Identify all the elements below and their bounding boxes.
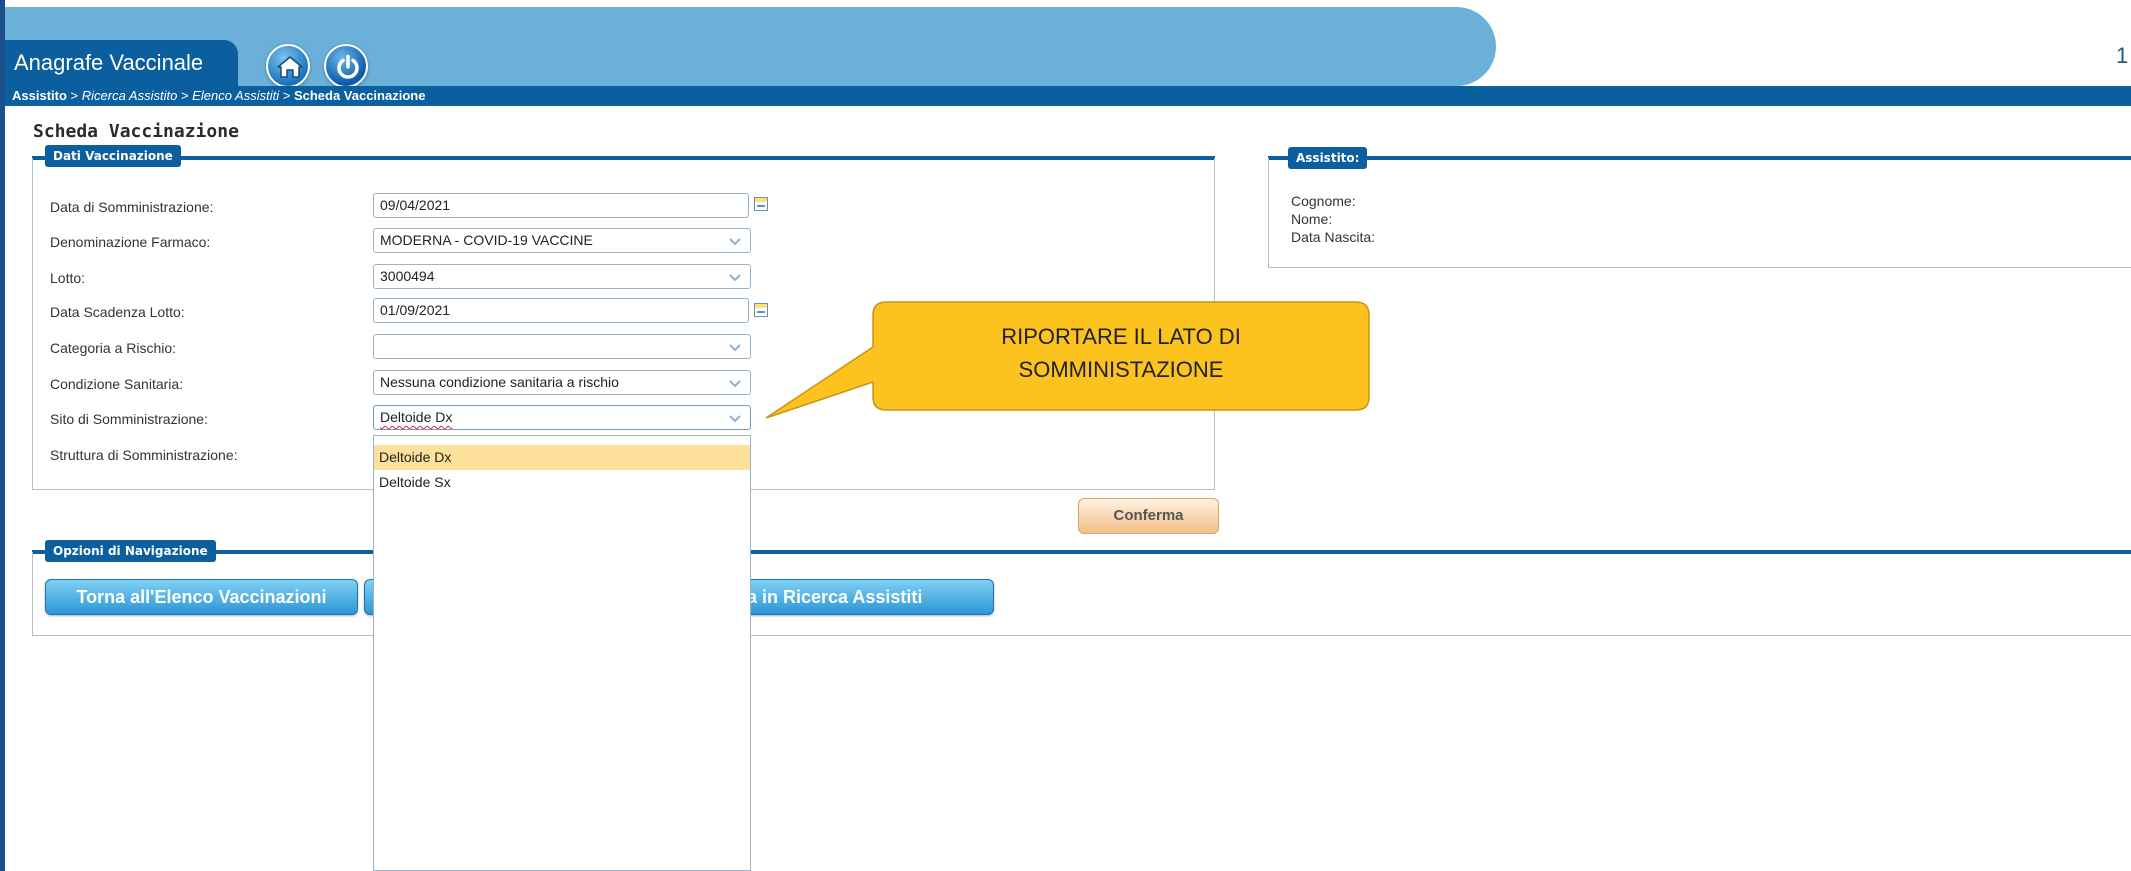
- chevron-down-icon: [729, 380, 741, 388]
- header-right-area: [1496, 7, 2131, 86]
- page-title: Scheda Vaccinazione: [33, 121, 239, 142]
- label-condizione-sanitaria: Condizione Sanitaria:: [50, 376, 184, 392]
- data-somministrazione-input[interactable]: 09/04/2021: [373, 193, 749, 218]
- chevron-down-icon: [729, 344, 741, 352]
- app-title: Anagrafe Vaccinale: [5, 40, 238, 86]
- sito-somministrazione-value: Deltoide Dx: [380, 409, 453, 425]
- data-scadenza-lotto-input[interactable]: 01/09/2021: [373, 298, 749, 323]
- condizione-sanitaria-value: Nessuna condizione sanitaria a rischio: [380, 374, 619, 390]
- breadcrumb: Assistito > Ricerca Assistito > Elenco A…: [5, 86, 2131, 106]
- annotation-callout-text: RIPORTARE IL LATO DI SOMMINISTAZIONE: [874, 300, 1368, 410]
- calendar-icon[interactable]: [754, 303, 768, 317]
- assistito-data-nascita-label: Data Nascita:: [1291, 229, 1376, 245]
- denominazione-farmaco-value: MODERNA - COVID-19 VACCINE: [380, 232, 593, 248]
- label-data-somministrazione: Data di Somministrazione:: [50, 199, 214, 215]
- denominazione-farmaco-select[interactable]: MODERNA - COVID-19 VACCINE: [373, 228, 751, 253]
- categoria-rischio-select[interactable]: [373, 334, 751, 359]
- assistito-panel: [1268, 158, 2131, 268]
- breadcrumb-scheda-vaccinazione: Scheda Vaccinazione: [293, 88, 426, 103]
- label-denominazione-farmaco: Denominazione Farmaco:: [50, 234, 211, 250]
- conferma-button[interactable]: Conferma: [1078, 498, 1219, 534]
- breadcrumb-separator: >: [177, 88, 193, 103]
- lotto-select[interactable]: 3000494: [373, 264, 751, 289]
- assistito-nome-label: Nome:: [1291, 211, 1333, 227]
- left-border: [0, 0, 5, 871]
- label-data-scadenza-lotto: Data Scadenza Lotto:: [50, 304, 185, 320]
- label-sito-somministrazione: Sito di Somministrazione:: [50, 411, 208, 427]
- home-button[interactable]: [266, 44, 310, 88]
- condizione-sanitaria-select[interactable]: Nessuna condizione sanitaria a rischio: [373, 370, 751, 395]
- power-icon: [337, 54, 359, 79]
- breadcrumb-ricerca-assistito[interactable]: Ricerca Assistito: [82, 88, 178, 103]
- dropdown-option-deltoide-sx[interactable]: Deltoide Sx: [374, 470, 750, 495]
- label-lotto: Lotto:: [50, 270, 86, 286]
- sito-somministrazione-select[interactable]: Deltoide Dx: [373, 405, 751, 430]
- calendar-icon[interactable]: [754, 197, 768, 211]
- logout-button[interactable]: [324, 44, 368, 88]
- home-icon: [277, 56, 303, 78]
- breadcrumb-separator: >: [279, 88, 294, 103]
- dropdown-option-deltoide-dx[interactable]: Deltoide Dx: [374, 445, 750, 470]
- assistito-legend: Assistito:: [1288, 147, 1368, 169]
- sito-somministrazione-dropdown[interactable]: Deltoide Dx Deltoide Sx: [373, 435, 751, 871]
- chevron-down-icon: [729, 415, 741, 423]
- header-corner-text: 1: [2116, 43, 2129, 68]
- breadcrumb-separator: >: [66, 88, 82, 103]
- lotto-value: 3000494: [380, 268, 435, 284]
- opzioni-navigazione-legend: Opzioni di Navigazione: [45, 540, 216, 562]
- chevron-down-icon: [729, 274, 741, 282]
- assistito-cognome-label: Cognome:: [1291, 193, 1356, 209]
- torna-ricerca-assistiti-label: na in Ricerca Assistiti: [736, 587, 923, 607]
- label-categoria-rischio: Categoria a Rischio:: [50, 340, 177, 356]
- label-struttura-somministrazione: Struttura di Somministrazione:: [50, 447, 238, 463]
- torna-elenco-vaccinazioni-button[interactable]: Torna all'Elenco Vaccinazioni: [45, 579, 358, 615]
- breadcrumb-elenco-assistiti[interactable]: Elenco Assistiti: [192, 88, 279, 103]
- breadcrumb-assistito[interactable]: Assistito: [12, 88, 67, 103]
- annotation-line-2: SOMMINISTAZIONE: [1018, 357, 1224, 382]
- annotation-line-1: RIPORTARE IL LATO DI: [1001, 324, 1241, 349]
- chevron-down-icon: [729, 238, 741, 246]
- dati-vaccinazione-legend: Dati Vaccinazione: [45, 145, 181, 167]
